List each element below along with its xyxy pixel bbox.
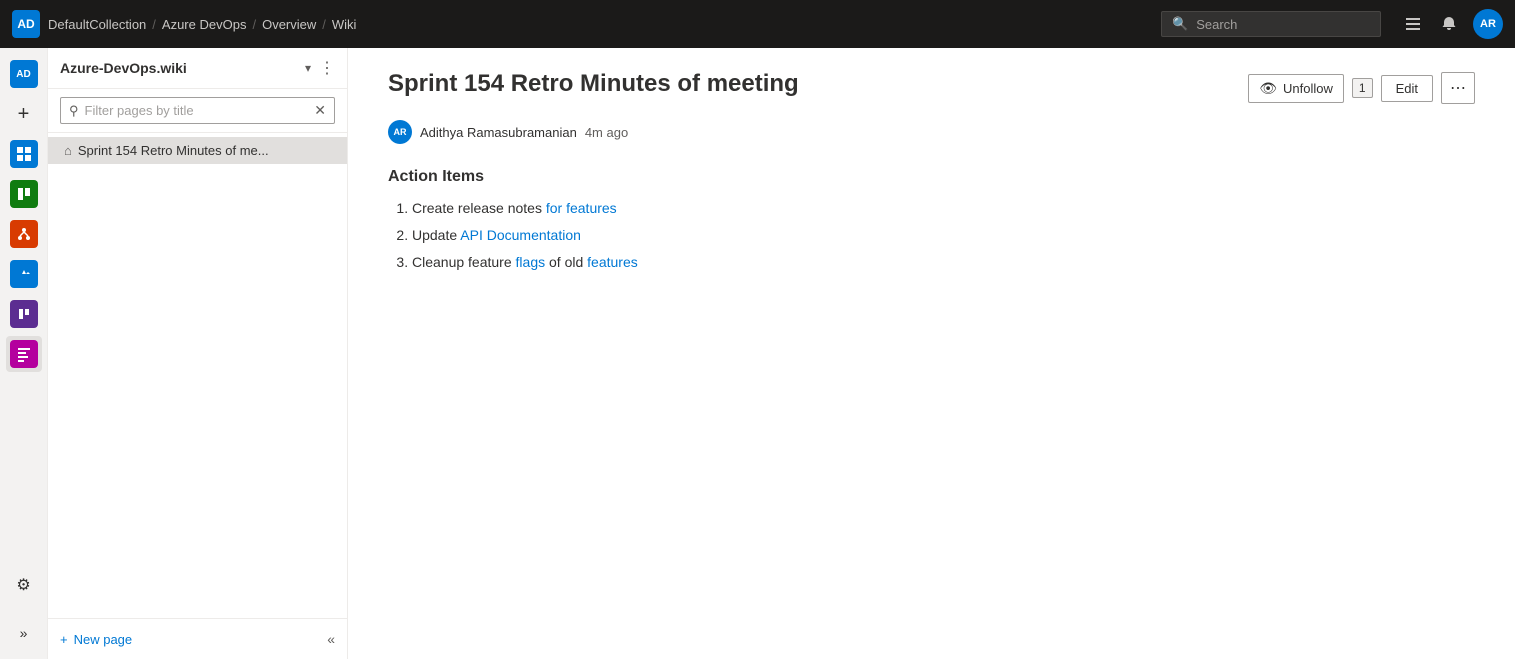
list-item: Cleanup feature flags of old features <box>412 252 1475 273</box>
settings-icon[interactable]: ⚙ <box>6 567 42 603</box>
author-initials: AR <box>394 127 407 137</box>
wiki-tree-item[interactable]: ⌂ Sprint 154 Retro Minutes of me... <box>48 137 347 164</box>
search-icon: 🔍 <box>1172 16 1188 32</box>
notification-icon[interactable] <box>1437 12 1461 36</box>
chevron-left-icon: » <box>20 625 28 641</box>
logo-text: AD <box>17 17 34 31</box>
pipelines-icon[interactable] <box>6 256 42 292</box>
overview-icon[interactable] <box>6 136 42 172</box>
wiki-dropdown-button[interactable]: ▾ <box>305 61 311 75</box>
section-heading: Action Items <box>388 168 1475 186</box>
list-item: Update API Documentation <box>412 225 1475 246</box>
author-name: Adithya Ramasubramanian <box>420 125 577 140</box>
search-box: 🔍 <box>1161 11 1381 37</box>
breadcrumb-sep-3: / <box>322 17 326 32</box>
content-area: Sprint 154 Retro Minutes of meeting 👁 Un… <box>348 48 1515 659</box>
user-initials: AR <box>1480 18 1496 30</box>
action-item-3-link2[interactable]: features <box>587 254 638 270</box>
chevron-down-icon: ▾ <box>305 61 311 75</box>
user-org-icon[interactable]: AD <box>6 56 42 92</box>
wiki-panel-header: Azure-DevOps.wiki ▾ ⋮ <box>48 48 347 89</box>
filter-input-wrap: ⚲ ✕ <box>60 97 335 124</box>
user-avatar[interactable]: AR <box>1473 9 1503 39</box>
content-actions: 👁 Unfollow 1 Edit ⋯ <box>1248 72 1475 104</box>
unfollow-button[interactable]: 👁 Unfollow <box>1248 74 1344 103</box>
nav-icons: AR <box>1401 9 1503 39</box>
author-time: 4m ago <box>585 125 628 140</box>
unfollow-count: 1 <box>1352 78 1373 98</box>
breadcrumb-sep-2: / <box>252 17 256 32</box>
plus-icon: + <box>60 632 68 647</box>
wiki-more-button[interactable]: ⋮ <box>319 58 335 78</box>
wiki-tree: ⌂ Sprint 154 Retro Minutes of me... <box>48 133 347 618</box>
gear-icon: ⚙ <box>16 575 30 595</box>
breadcrumb-sep-1: / <box>152 17 156 32</box>
more-options-button[interactable]: ⋯ <box>1441 72 1475 104</box>
new-page-label: New page <box>74 632 133 647</box>
list-item: Create release notes for features <box>412 198 1475 219</box>
action-item-3-prefix: Cleanup feature <box>412 254 516 270</box>
collapse-panel-button[interactable]: « <box>327 631 335 647</box>
action-item-3-link1[interactable]: flags <box>516 254 546 270</box>
list-icon[interactable] <box>1401 12 1425 36</box>
home-icon: ⌂ <box>64 143 72 158</box>
filter-pages-input[interactable] <box>85 103 309 118</box>
wiki-icon[interactable] <box>6 336 42 372</box>
action-item-1-link[interactable]: for features <box>546 200 617 216</box>
main-container: AD + <box>0 48 1515 659</box>
wiki-panel-footer: + New page « <box>48 618 347 659</box>
filter-row: ⚲ ✕ <box>48 89 347 133</box>
edit-button[interactable]: Edit <box>1381 75 1433 102</box>
add-button[interactable]: + <box>6 96 42 132</box>
collapse-sidebar-icon[interactable]: » <box>6 615 42 651</box>
edit-label: Edit <box>1396 81 1418 96</box>
unfollow-label: Unfollow <box>1283 81 1333 96</box>
ellipsis-icon: ⋮ <box>319 58 335 78</box>
action-item-3-middle: of old <box>545 254 587 270</box>
filter-icon: ⚲ <box>69 103 79 119</box>
author-avatar: AR <box>388 120 412 144</box>
wiki-page-label: Sprint 154 Retro Minutes of me... <box>78 143 335 158</box>
search-input[interactable] <box>1196 17 1370 32</box>
top-navigation: AD DefaultCollection / Azure DevOps / Ov… <box>0 0 1515 48</box>
boards-icon[interactable] <box>6 176 42 212</box>
sidebar-icons: AD + <box>0 48 48 659</box>
unfollow-icon: 👁 <box>1259 80 1277 97</box>
action-items-list: Create release notes for features Update… <box>412 198 1475 273</box>
breadcrumb: DefaultCollection / Azure DevOps / Overv… <box>48 17 356 32</box>
breadcrumb-defaultcollection[interactable]: DefaultCollection <box>48 17 146 32</box>
app-logo[interactable]: AD <box>12 10 40 38</box>
repos-icon[interactable] <box>6 216 42 252</box>
wiki-panel: Azure-DevOps.wiki ▾ ⋮ ⚲ ✕ ⌂ Sprint 154 R… <box>48 48 348 659</box>
author-row: AR Adithya Ramasubramanian 4m ago <box>388 120 1475 144</box>
breadcrumb-azuredevops[interactable]: Azure DevOps <box>162 17 247 32</box>
user-icon-initials: AD <box>16 69 30 80</box>
page-title: Sprint 154 Retro Minutes of meeting <box>388 68 799 99</box>
breadcrumb-wiki[interactable]: Wiki <box>332 17 357 32</box>
filter-clear-button[interactable]: ✕ <box>314 102 326 119</box>
action-item-2-link[interactable]: API Documentation <box>460 227 581 243</box>
new-page-button[interactable]: + New page <box>60 632 132 647</box>
testplans-icon[interactable] <box>6 296 42 332</box>
more-icon: ⋯ <box>1450 80 1466 97</box>
content-header: Sprint 154 Retro Minutes of meeting 👁 Un… <box>388 68 1475 104</box>
wiki-title: Azure-DevOps.wiki <box>60 60 297 76</box>
action-item-1-prefix: Create release notes <box>412 200 546 216</box>
collapse-icon: « <box>327 631 335 647</box>
breadcrumb-overview[interactable]: Overview <box>262 17 316 32</box>
action-item-2-prefix: Update <box>412 227 460 243</box>
